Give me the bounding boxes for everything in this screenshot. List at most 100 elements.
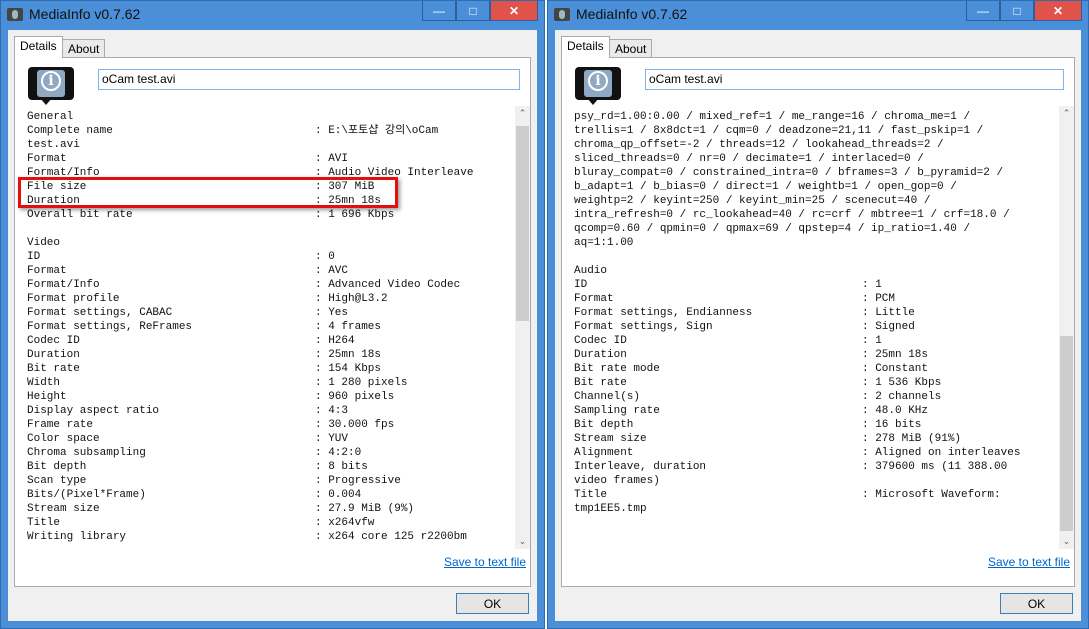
info-label: Scan type bbox=[27, 475, 87, 487]
filename-field[interactable]: oCam test.avi bbox=[98, 69, 520, 90]
info-value-text: 27.9 MiB (9%) bbox=[328, 503, 415, 515]
info-value: : 1 280 pixels bbox=[315, 377, 408, 389]
info-row: Format: PCM bbox=[574, 292, 1054, 306]
info-row: Bit rate: 154 Kbps bbox=[27, 362, 507, 376]
info-label: Format settings, CABAC bbox=[27, 307, 173, 319]
info-value: : Signed bbox=[862, 321, 915, 333]
minimize-button[interactable]: — bbox=[422, 1, 456, 21]
filename-field[interactable]: oCam test.avi bbox=[645, 69, 1064, 90]
info-label: Sampling rate bbox=[574, 405, 660, 417]
info-text: sliced_threads=0 / nr=0 / decimate=1 / i… bbox=[574, 153, 924, 165]
tab-about[interactable]: About bbox=[62, 39, 106, 58]
info-value: : AVC bbox=[315, 265, 349, 277]
info-value: : 0.004 bbox=[315, 489, 362, 501]
info-value: : x264 core 125 r2200bm bbox=[315, 531, 467, 543]
info-value-text: Constant bbox=[875, 363, 929, 375]
info-value-text: E:\포토샵 강의\oCam bbox=[328, 125, 439, 137]
ok-button[interactable]: OK bbox=[456, 593, 529, 614]
details-panel: i oCam test.avi psy_rd=1.00:0.00 / mixed… bbox=[561, 57, 1075, 587]
info-value: : 2 channels bbox=[862, 391, 942, 403]
info-value: : 16 bits bbox=[862, 419, 922, 431]
info-value: : Progressive bbox=[315, 475, 401, 487]
info-value: : 1 536 Kbps bbox=[862, 377, 942, 389]
info-value-text: 1 bbox=[875, 335, 882, 347]
info-value-text: 4:3 bbox=[328, 405, 349, 417]
info-value: : PCM bbox=[862, 293, 896, 305]
info-text: video frames) bbox=[574, 475, 660, 487]
save-to-text-file-link[interactable]: Save to text file bbox=[444, 555, 526, 569]
info-value-text: YUV bbox=[328, 433, 349, 445]
scroll-down-icon[interactable]: ⌄ bbox=[515, 536, 530, 547]
info-label: Channel(s) bbox=[574, 391, 641, 403]
scrollbar-thumb[interactable] bbox=[1060, 336, 1073, 531]
info-value-text: Signed bbox=[875, 321, 915, 333]
window-client: Details About i oCam test.avi psy_rd=1.0… bbox=[555, 30, 1081, 621]
info-value: : 48.0 KHz bbox=[862, 405, 929, 417]
scroll-up-icon[interactable]: ⌃ bbox=[1059, 108, 1074, 119]
info-value-text: Aligned on interleaves bbox=[875, 447, 1021, 459]
info-value-text: 1 bbox=[875, 279, 882, 291]
save-to-text-file-link[interactable]: Save to text file bbox=[988, 555, 1070, 569]
info-label: Frame rate bbox=[27, 419, 94, 431]
mediainfo-logo-icon: i bbox=[28, 67, 74, 105]
vertical-scrollbar[interactable]: ⌃ ⌄ bbox=[1059, 106, 1074, 549]
maximize-button[interactable]: □ bbox=[1000, 1, 1034, 21]
ok-button[interactable]: OK bbox=[1000, 593, 1073, 614]
info-row: Duration: 25mn 18s bbox=[27, 348, 507, 362]
info-value: : 4:2:0 bbox=[315, 447, 362, 459]
info-value: : Microsoft Waveform: bbox=[862, 489, 1001, 501]
vertical-scrollbar[interactable]: ⌃ ⌄ bbox=[515, 106, 530, 549]
window-title: MediaInfo v0.7.62 bbox=[29, 6, 141, 22]
info-row: Bit rate: 1 536 Kbps bbox=[574, 376, 1054, 390]
info-value-text: 278 MiB (91%) bbox=[875, 433, 962, 445]
info-label: Bit depth bbox=[574, 419, 634, 431]
scrollbar-thumb[interactable] bbox=[516, 126, 529, 321]
info-text: aq=1:1.00 bbox=[574, 237, 634, 249]
info-text: bluray_compat=0 / constrained_intra=0 / … bbox=[574, 167, 1004, 179]
scroll-down-icon[interactable]: ⌄ bbox=[1059, 536, 1074, 547]
info-row: Complete name: E:\포토샵 강의\oCam bbox=[27, 124, 507, 138]
minimize-button[interactable]: — bbox=[966, 1, 1000, 21]
info-label: Bit rate mode bbox=[574, 363, 660, 375]
info-label: Format settings, ReFrames bbox=[27, 321, 193, 333]
info-label: Complete name bbox=[27, 125, 113, 137]
info-label: Codec ID bbox=[574, 335, 627, 347]
info-label: Stream size bbox=[574, 433, 647, 445]
info-row: Bit rate mode: Constant bbox=[574, 362, 1054, 376]
info-label: Format bbox=[27, 153, 67, 165]
info-value: : YUV bbox=[315, 433, 349, 445]
app-icon bbox=[7, 8, 23, 21]
info-label: Bit rate bbox=[27, 363, 80, 375]
info-label: Format settings, Endianness bbox=[574, 307, 753, 319]
info-row: Display aspect ratio: 4:3 bbox=[27, 404, 507, 418]
info-label: Chroma subsampling bbox=[27, 447, 146, 459]
info-value-text: x264vfw bbox=[328, 517, 375, 529]
tab-details[interactable]: Details bbox=[14, 36, 63, 58]
info-label: Width bbox=[27, 377, 61, 389]
info-value: : 25mn 18s bbox=[315, 349, 382, 361]
info-label: Format profile bbox=[27, 293, 120, 305]
tab-about[interactable]: About bbox=[609, 39, 653, 58]
maximize-button[interactable]: □ bbox=[456, 1, 490, 21]
info-row: Codec ID: H264 bbox=[27, 334, 507, 348]
close-button[interactable]: ✕ bbox=[1034, 1, 1082, 21]
info-label: Format/Info bbox=[27, 279, 100, 291]
info-value-text: 4 frames bbox=[328, 321, 382, 333]
scroll-up-icon[interactable]: ⌃ bbox=[515, 108, 530, 119]
info-value-text: 16 bits bbox=[875, 419, 922, 431]
info-value-text: 25mn 18s bbox=[875, 349, 929, 361]
info-value-text: 960 pixels bbox=[328, 391, 395, 403]
info-label: Format settings, Sign bbox=[574, 321, 713, 333]
info-value-text: Progressive bbox=[328, 475, 401, 487]
info-label: Bit depth bbox=[27, 461, 87, 473]
info-row: Frame rate: 30.000 fps bbox=[27, 418, 507, 432]
info-value-text: Yes bbox=[328, 307, 349, 319]
info-text-area[interactable]: psy_rd=1.00:0.00 / mixed_ref=1 / me_rang… bbox=[574, 110, 1054, 553]
info-value-text: 0 bbox=[328, 251, 335, 263]
info-value-text: 48.0 KHz bbox=[875, 405, 929, 417]
tab-details[interactable]: Details bbox=[561, 36, 610, 58]
info-label: Format bbox=[27, 265, 67, 277]
close-button[interactable]: ✕ bbox=[490, 1, 538, 21]
info-row: Channel(s) : 2 channels bbox=[574, 390, 1054, 404]
info-text: intra_refresh=0 / rc_lookahead=40 / rc=c… bbox=[574, 209, 1010, 221]
